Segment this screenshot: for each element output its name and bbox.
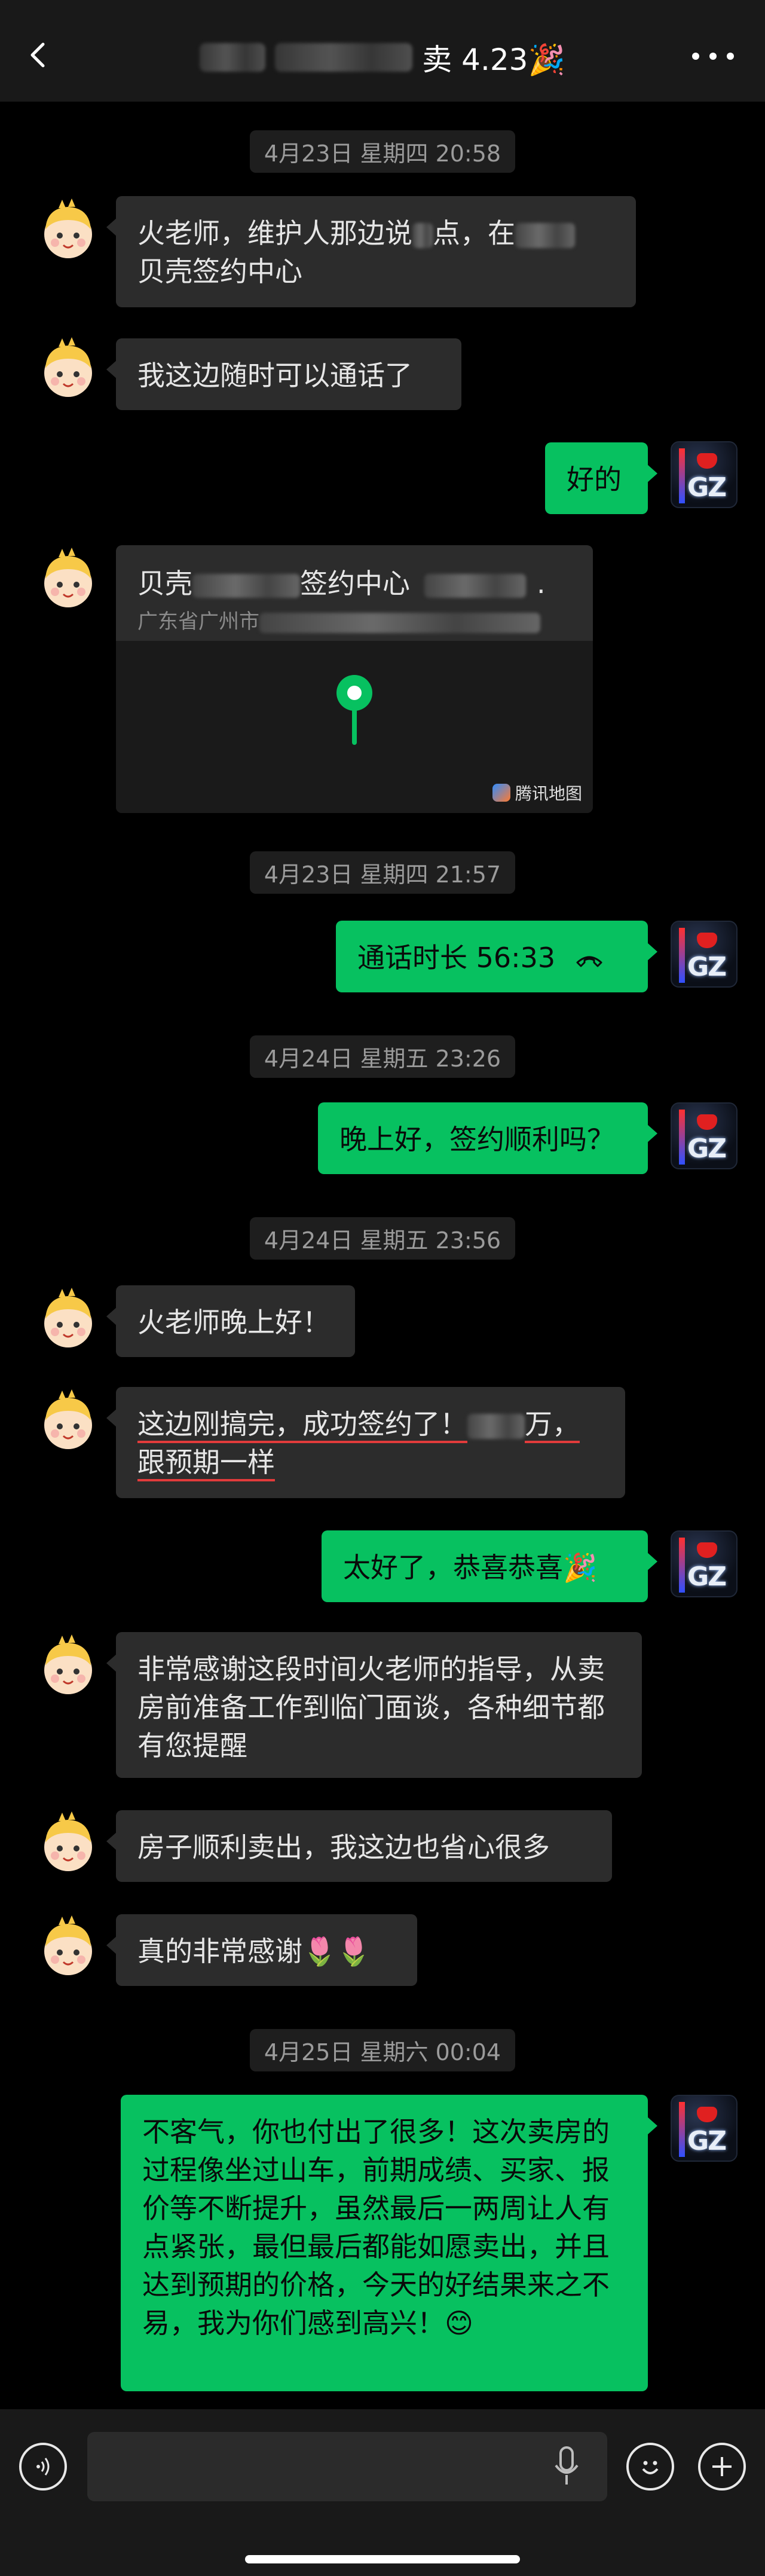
home-indicator[interactable] xyxy=(245,2555,520,2563)
microphone-icon[interactable] xyxy=(553,2445,580,2488)
voice-wave-icon xyxy=(36,2458,50,2476)
outgoing-message[interactable]: 晚上好，签约顺利吗？ xyxy=(318,1102,657,1174)
map-brand: 腾讯地图 xyxy=(492,781,582,805)
chat-title: 卖 4.23🎉 xyxy=(0,36,765,79)
timestamp: 4月23日 星期四 20:58 xyxy=(0,130,765,173)
tencent-map-logo-icon xyxy=(492,784,510,802)
contact-avatar[interactable] xyxy=(35,1387,102,1454)
map-pin-stem xyxy=(352,707,357,745)
more-options-icon[interactable] xyxy=(692,50,734,62)
contact-avatar[interactable] xyxy=(35,335,102,402)
emoji-button[interactable] xyxy=(626,2443,674,2491)
contact-avatar[interactable] xyxy=(35,1632,102,1699)
incoming-message[interactable]: 非常感谢这段时间火老师的指导，从卖房前准备工作到临门面谈，各种细节都有您提醒 xyxy=(106,1632,642,1778)
more-functions-button[interactable] xyxy=(698,2443,746,2491)
map-preview[interactable]: 腾讯地图 xyxy=(116,641,593,813)
outgoing-message[interactable]: 不客气，你也付出了很多！这次卖房的过程像坐过山车，前期成绩、买家、报价等不断提升… xyxy=(121,2095,657,2391)
timestamp: 4月24日 星期五 23:26 xyxy=(0,1035,765,1078)
contact-avatar[interactable] xyxy=(35,196,102,263)
top-nav-bar: 卖 4.23🎉 xyxy=(0,0,765,102)
contact-avatar[interactable] xyxy=(35,1285,102,1352)
my-avatar[interactable]: GZ xyxy=(671,921,738,988)
my-avatar[interactable]: GZ xyxy=(671,2095,738,2162)
incoming-message[interactable]: 我这边随时可以通话了 xyxy=(106,338,461,410)
outgoing-message[interactable]: 好的 xyxy=(545,442,657,514)
contact-avatar[interactable] xyxy=(35,1913,102,1980)
location-card[interactable]: 贝壳 签约中心. 广东省广州市 腾讯地图 xyxy=(116,545,593,813)
incoming-message[interactable]: 火老师，维护人那边说 点，在 贝壳签约中心 xyxy=(106,196,636,307)
incoming-message[interactable]: 火老师晚上好！ xyxy=(106,1285,355,1357)
incoming-message[interactable]: 真的非常感谢🌷🌷 xyxy=(106,1914,417,1986)
my-avatar[interactable]: GZ xyxy=(671,1530,738,1597)
plus-icon xyxy=(712,2457,732,2476)
my-avatar[interactable]: GZ xyxy=(671,1102,738,1169)
voice-mode-button[interactable] xyxy=(19,2443,67,2491)
chat-title-text: 卖 4.23🎉 xyxy=(422,42,565,77)
input-bar xyxy=(0,2409,765,2576)
outgoing-message[interactable]: 太好了，恭喜恭喜🎉 xyxy=(322,1530,657,1602)
redacted-text xyxy=(412,222,433,248)
redacted-text xyxy=(467,1413,525,1439)
call-record-message[interactable]: 通话时长 56:33 xyxy=(336,921,657,992)
incoming-message[interactable]: 这边刚搞完，成功签约了！ 万， 跟预期一样 xyxy=(106,1387,625,1498)
location-address: 广东省广州市 xyxy=(137,605,540,634)
contact-avatar[interactable] xyxy=(35,1809,102,1876)
timestamp: 4月25日 星期六 00:04 xyxy=(0,2029,765,2071)
message-input[interactable] xyxy=(87,2432,607,2501)
redacted-text xyxy=(515,222,575,248)
timestamp: 4月23日 星期四 21:57 xyxy=(0,851,765,894)
contact-avatar[interactable] xyxy=(35,545,102,612)
redacted-name xyxy=(200,43,266,72)
incoming-message[interactable]: 房子顺利卖出，我这边也省心很多 xyxy=(106,1810,612,1882)
redacted-name xyxy=(275,43,413,72)
timestamp: 4月24日 星期五 23:56 xyxy=(0,1217,765,1260)
location-name: 贝壳 签约中心. xyxy=(137,567,546,600)
smiley-icon xyxy=(642,2461,659,2474)
phone-hangup-icon xyxy=(576,956,602,967)
my-avatar[interactable]: GZ xyxy=(671,441,738,508)
